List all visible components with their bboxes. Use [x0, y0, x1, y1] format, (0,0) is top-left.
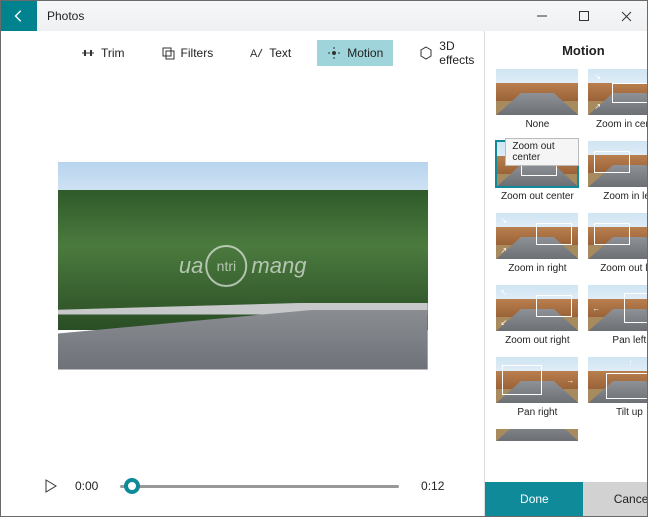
titlebar: Photos: [1, 1, 647, 31]
text-icon: A: [249, 46, 263, 60]
tool-label: Text: [269, 46, 291, 60]
timeline-slider[interactable]: [120, 476, 399, 496]
maximize-button[interactable]: [563, 1, 605, 31]
toolbar: Trim Filters A Text Motion 3D effects: [1, 31, 484, 75]
done-button[interactable]: Done: [485, 482, 583, 516]
effects-icon: [419, 46, 433, 60]
close-button[interactable]: [605, 1, 647, 31]
motion-option-pan-left[interactable]: ← Pan left: [587, 284, 647, 352]
motion-option-zoom-out-center[interactable]: Zoom out center Zoom out center: [495, 140, 579, 208]
svg-text:A: A: [250, 48, 258, 60]
window-controls: [521, 1, 647, 31]
editor-pane: Trim Filters A Text Motion 3D effects: [1, 31, 484, 516]
motion-option-zoom-in-left[interactable]: ↙↖ Zoom in left: [587, 140, 647, 208]
panel-footer: Done Cancel: [485, 482, 647, 516]
app-body: Trim Filters A Text Motion 3D effects: [1, 31, 647, 516]
motion-icon: [327, 46, 341, 60]
watermark: ua ntri mang: [179, 245, 307, 287]
motion-panel: Motion None ↘↙ ↗↖ Zoom in center: [484, 31, 647, 516]
tool-text[interactable]: A Text: [239, 40, 301, 66]
filters-icon: [161, 46, 175, 60]
trim-icon: [81, 46, 95, 60]
panel-title: Motion: [485, 31, 647, 68]
player-controls: 0:00 0:12: [1, 456, 484, 516]
cancel-button[interactable]: Cancel: [583, 482, 647, 516]
total-time: 0:12: [421, 479, 444, 493]
motion-option-zoom-in-center[interactable]: ↘↙ ↗↖ Zoom in center: [587, 68, 647, 136]
video-preview[interactable]: ua ntri mang: [58, 162, 428, 370]
tool-label: Motion: [347, 46, 383, 60]
window: Photos Trim Filters A Text: [0, 0, 648, 517]
motion-option-pan-right[interactable]: → Pan right: [495, 356, 579, 424]
tooltip: Zoom out center: [505, 138, 579, 166]
preview-area: ua ntri mang: [1, 75, 484, 456]
tool-motion[interactable]: Motion: [317, 40, 393, 66]
play-button[interactable]: [41, 479, 61, 493]
tool-trim[interactable]: Trim: [71, 40, 135, 66]
motion-option-none[interactable]: None: [495, 68, 579, 136]
tool-label: Trim: [101, 46, 125, 60]
motion-grid: None ↘↙ ↗↖ Zoom in center Zoom out cente…: [485, 68, 647, 482]
back-button[interactable]: [1, 1, 37, 31]
motion-option-zoom-in-right[interactable]: ↘↗ Zoom in right: [495, 212, 579, 280]
motion-option-zoom-out-right[interactable]: ↖↙ Zoom out right: [495, 284, 579, 352]
slider-thumb[interactable]: [124, 478, 140, 494]
tool-filters[interactable]: Filters: [151, 40, 224, 66]
minimize-button[interactable]: [521, 1, 563, 31]
motion-option-more[interactable]: [495, 428, 579, 442]
motion-option-zoom-out-left[interactable]: ↗↘ Zoom out left: [587, 212, 647, 280]
tool-label: 3D effects: [439, 39, 474, 67]
tool-3d-effects[interactable]: 3D effects: [409, 33, 484, 73]
motion-option-tilt-up[interactable]: ↑ Tilt up: [587, 356, 647, 424]
current-time: 0:00: [75, 479, 98, 493]
app-title: Photos: [47, 9, 84, 23]
tool-label: Filters: [181, 46, 214, 60]
